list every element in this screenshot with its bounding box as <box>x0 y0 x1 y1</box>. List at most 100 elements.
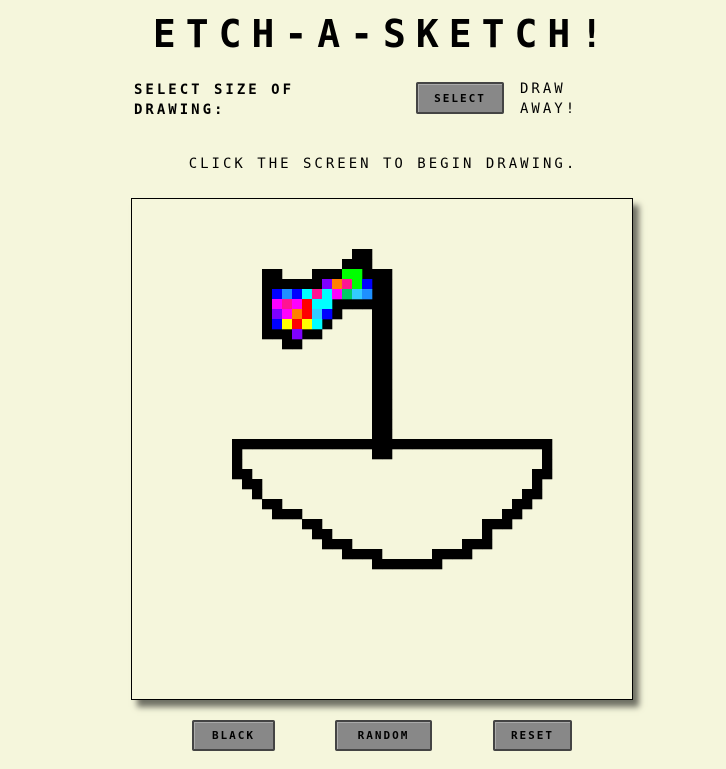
color-cell[interactable] <box>362 279 373 290</box>
ink-cell[interactable] <box>372 289 383 300</box>
color-cell[interactable] <box>302 309 313 320</box>
color-cell[interactable] <box>322 279 333 290</box>
ink-cell[interactable] <box>372 379 383 390</box>
color-cell[interactable] <box>342 289 353 300</box>
ink-cell[interactable] <box>252 489 263 500</box>
color-cell[interactable] <box>272 299 283 310</box>
ink-cell[interactable] <box>332 309 343 320</box>
random-button[interactable]: RANDOM <box>335 720 432 751</box>
color-cell[interactable] <box>352 289 363 300</box>
color-cell[interactable] <box>302 319 313 330</box>
ink-cell[interactable] <box>532 479 543 490</box>
ink-cell[interactable] <box>372 359 383 370</box>
color-cell[interactable] <box>272 289 283 300</box>
ink-cell[interactable] <box>542 439 553 450</box>
ink-cell[interactable] <box>342 539 353 550</box>
select-size-button[interactable]: SELECT <box>416 82 504 114</box>
ink-cell[interactable] <box>382 559 393 570</box>
ink-cell[interactable] <box>372 369 383 380</box>
ink-cell[interactable] <box>472 539 483 550</box>
color-cell[interactable] <box>342 279 353 290</box>
ink-cell[interactable] <box>512 499 523 510</box>
color-cell[interactable] <box>292 299 303 310</box>
ink-cell[interactable] <box>512 509 523 520</box>
ink-cell[interactable] <box>382 369 393 380</box>
ink-cell[interactable] <box>262 279 273 290</box>
sketch-canvas[interactable] <box>131 198 633 700</box>
ink-cell[interactable] <box>372 279 383 290</box>
ink-cell[interactable] <box>372 309 383 320</box>
ink-cell[interactable] <box>342 549 353 560</box>
color-cell[interactable] <box>332 289 343 300</box>
ink-cell[interactable] <box>382 399 393 410</box>
color-cell[interactable] <box>292 319 303 330</box>
ink-cell[interactable] <box>322 319 333 330</box>
ink-cell[interactable] <box>522 489 533 500</box>
ink-cell[interactable] <box>382 379 393 390</box>
ink-cell[interactable] <box>432 439 443 450</box>
ink-cell[interactable] <box>332 539 343 550</box>
ink-cell[interactable] <box>382 329 393 340</box>
ink-cell[interactable] <box>232 449 243 460</box>
ink-cell[interactable] <box>412 439 423 450</box>
ink-cell[interactable] <box>272 329 283 340</box>
ink-cell[interactable] <box>292 439 303 450</box>
ink-cell[interactable] <box>382 359 393 370</box>
color-cell[interactable] <box>332 279 343 290</box>
ink-cell[interactable] <box>372 449 383 460</box>
ink-cell[interactable] <box>312 439 323 450</box>
color-cell[interactable] <box>362 289 373 300</box>
ink-cell[interactable] <box>272 499 283 510</box>
ink-cell[interactable] <box>272 439 283 450</box>
ink-cell[interactable] <box>462 549 473 560</box>
ink-cell[interactable] <box>262 309 273 320</box>
ink-cell[interactable] <box>372 329 383 340</box>
color-cell[interactable] <box>302 299 313 310</box>
color-cell[interactable] <box>312 299 323 310</box>
color-cell[interactable] <box>342 269 353 280</box>
color-cell[interactable] <box>292 329 303 340</box>
ink-cell[interactable] <box>382 449 393 460</box>
ink-cell[interactable] <box>302 439 313 450</box>
color-cell[interactable] <box>272 309 283 320</box>
ink-cell[interactable] <box>252 479 263 490</box>
color-cell[interactable] <box>292 309 303 320</box>
color-cell[interactable] <box>312 289 323 300</box>
ink-cell[interactable] <box>482 539 493 550</box>
color-cell[interactable] <box>302 289 313 300</box>
ink-cell[interactable] <box>262 289 273 300</box>
ink-cell[interactable] <box>372 339 383 350</box>
ink-cell[interactable] <box>332 299 343 310</box>
ink-cell[interactable] <box>332 439 343 450</box>
ink-cell[interactable] <box>382 389 393 400</box>
ink-cell[interactable] <box>372 439 383 450</box>
ink-cell[interactable] <box>492 519 503 530</box>
ink-cell[interactable] <box>302 329 313 340</box>
ink-cell[interactable] <box>272 279 283 290</box>
ink-cell[interactable] <box>282 279 293 290</box>
ink-cell[interactable] <box>362 299 373 310</box>
ink-cell[interactable] <box>382 309 393 320</box>
ink-cell[interactable] <box>412 559 423 570</box>
ink-cell[interactable] <box>492 439 503 450</box>
ink-cell[interactable] <box>532 469 543 480</box>
black-button[interactable]: BLACK <box>192 720 275 751</box>
ink-cell[interactable] <box>262 439 273 450</box>
ink-cell[interactable] <box>362 269 373 280</box>
ink-cell[interactable] <box>242 479 253 490</box>
ink-cell[interactable] <box>292 339 303 350</box>
ink-cell[interactable] <box>232 469 243 480</box>
ink-cell[interactable] <box>452 439 463 450</box>
color-cell[interactable] <box>272 319 283 330</box>
ink-cell[interactable] <box>242 439 253 450</box>
ink-cell[interactable] <box>312 529 323 540</box>
ink-cell[interactable] <box>382 279 393 290</box>
ink-cell[interactable] <box>342 299 353 310</box>
color-cell[interactable] <box>312 309 323 320</box>
ink-cell[interactable] <box>292 509 303 520</box>
ink-cell[interactable] <box>352 259 363 270</box>
ink-cell[interactable] <box>442 439 453 450</box>
ink-cell[interactable] <box>382 269 393 280</box>
ink-cell[interactable] <box>232 439 243 450</box>
ink-cell[interactable] <box>372 559 383 570</box>
